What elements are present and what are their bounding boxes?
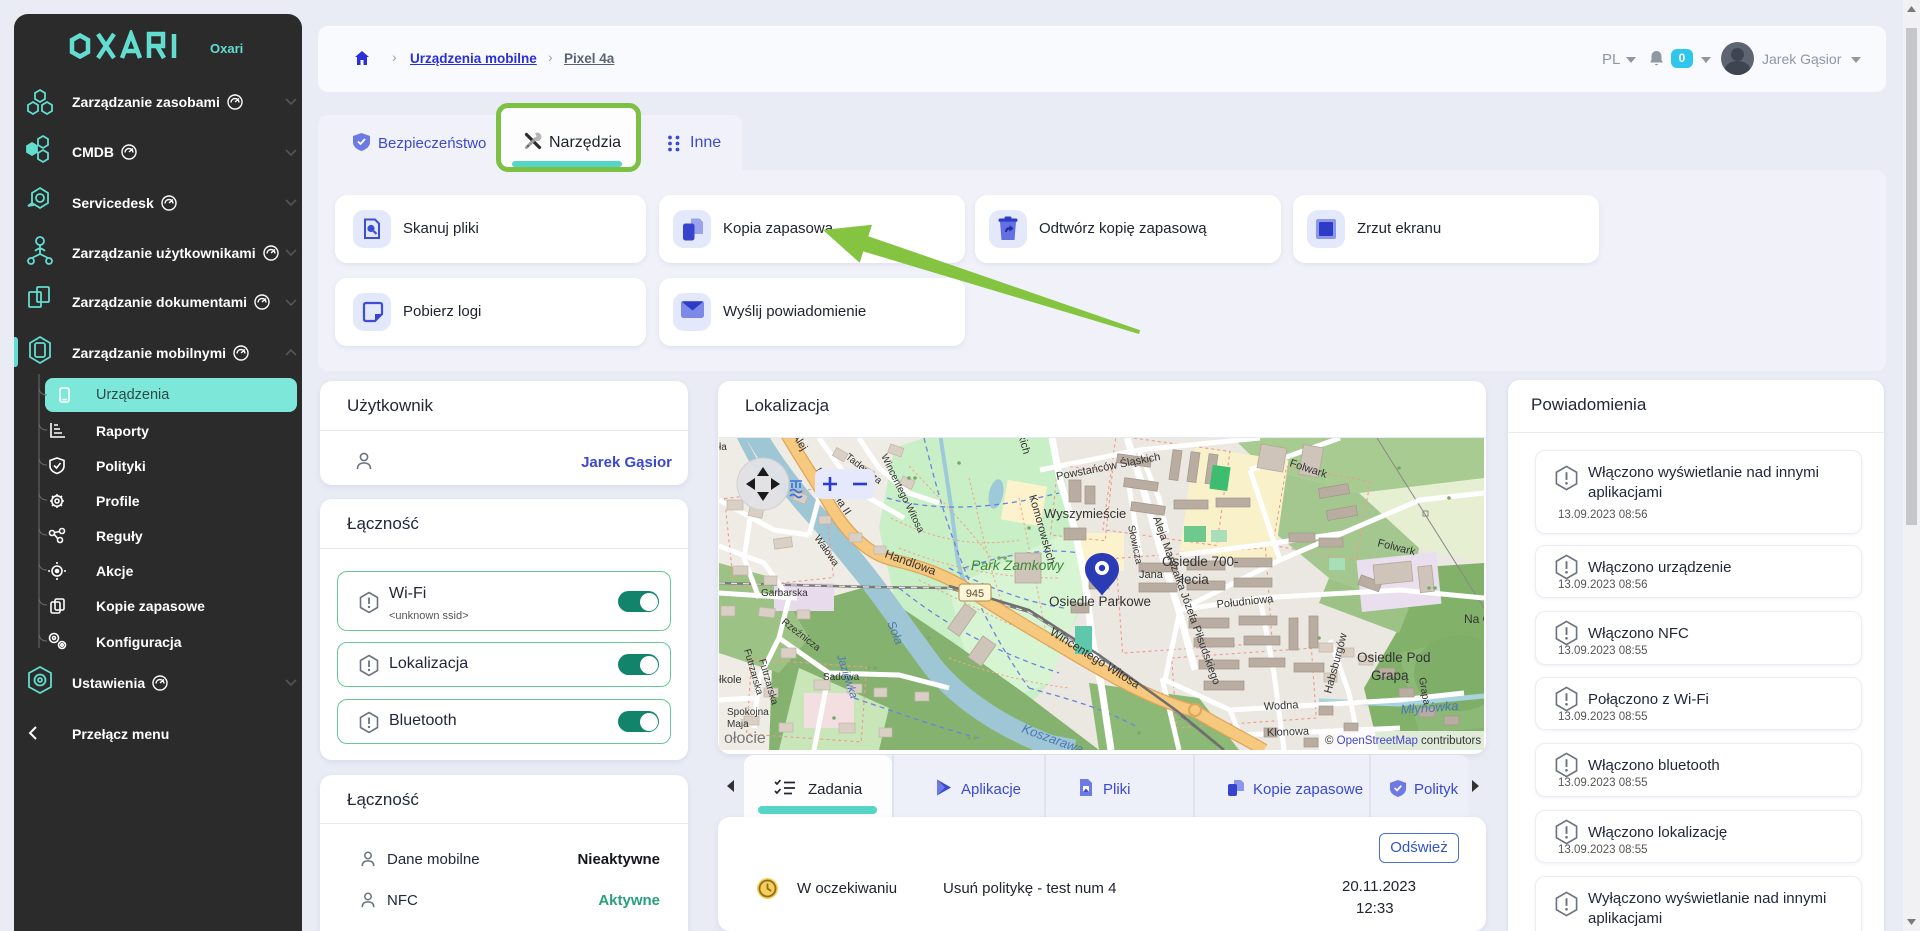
svg-text:Spokojna: Spokojna [727, 707, 769, 718]
svg-text:Osiedle Parkowe: Osiedle Parkowe [1049, 594, 1151, 609]
svg-text:Wyszymieście: Wyszymieście [1044, 506, 1126, 521]
svg-text:945: 945 [966, 588, 984, 600]
svg-text:łkole: łkole [719, 674, 742, 686]
svg-text:© OpenStreetMap contributors: © OpenStreetMap contributors [1325, 735, 1481, 747]
svg-text:Na G: Na G [1464, 612, 1484, 626]
svg-text:ła: ła [719, 442, 727, 453]
svg-text:Garbarska: Garbarska [761, 588, 808, 599]
svg-text:Grapą: Grapą [1371, 668, 1409, 683]
svg-text:Klonowa: Klonowa [1267, 726, 1310, 739]
svg-text:Wodna: Wodna [1264, 699, 1300, 713]
svg-text:Maja: Maja [727, 719, 749, 730]
svg-text:Jana: Jana [1139, 569, 1164, 581]
svg-text:Osiedle Pod: Osiedle Pod [1357, 650, 1431, 665]
svg-text:ołocie: ołocie [724, 730, 766, 747]
